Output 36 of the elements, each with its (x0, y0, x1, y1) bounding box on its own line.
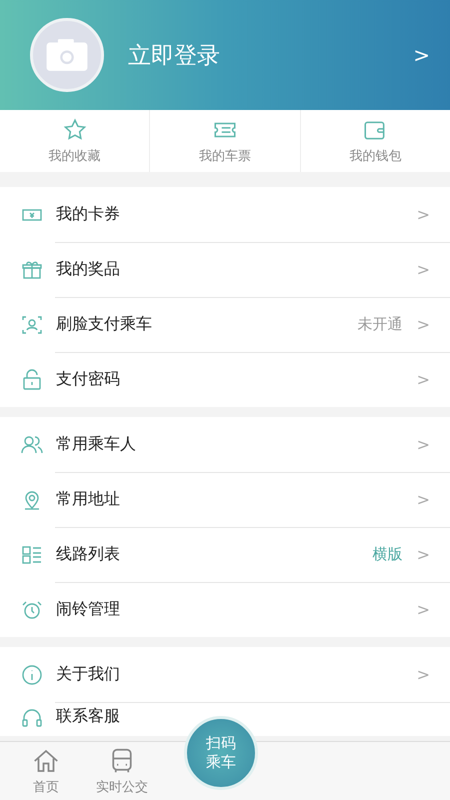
chevron-icon: > (416, 600, 430, 619)
profile-header[interactable]: 立即登录 > (0, 0, 450, 110)
menu-item[interactable]: 闹铃管理 > (0, 582, 450, 637)
chevron-icon: > (416, 665, 430, 684)
chevron-icon: > (413, 43, 430, 67)
menu-label: 常用地址 (56, 489, 121, 510)
chevron-icon: > (416, 490, 430, 509)
chevron-icon: > (416, 435, 430, 454)
menu-item[interactable]: 支付密码 > (0, 352, 450, 407)
menu-item[interactable]: 常用地址 > (0, 472, 450, 527)
menu-value: 横版 (372, 545, 403, 564)
shortcut-button[interactable]: 我的车票 (150, 110, 301, 172)
menu-label: 我的奖品 (56, 259, 121, 280)
chevron-icon: > (416, 315, 430, 334)
menu-value: 未开通 (358, 315, 403, 334)
menu-item[interactable]: 我的卡券 > (0, 187, 450, 242)
menu-label: 线路列表 (56, 544, 121, 565)
menu-item[interactable]: 线路列表 横版 > (0, 527, 450, 582)
shortcut-button[interactable]: 我的钱包 (300, 110, 450, 172)
info-icon (20, 662, 44, 686)
menu-label: 联系客服 (56, 706, 121, 727)
chevron-icon: > (416, 205, 430, 224)
menu-label: 常用乘车人 (56, 434, 137, 455)
menu-item[interactable]: 我的奖品 > (0, 242, 450, 297)
menu-label: 我的卡券 (56, 204, 121, 225)
menu-item[interactable]: 常用乘车人 > (0, 417, 450, 472)
menu-label: 关于我们 (56, 664, 121, 685)
menu-label: 刷脸支付乘车 (56, 314, 153, 335)
menu-label: 闹铃管理 (56, 599, 121, 620)
menu-item[interactable]: 关于我们 > (0, 647, 450, 702)
menu-item[interactable]: 刷脸支付乘车 未开通 > (0, 297, 450, 352)
menu-label: 支付密码 (56, 369, 121, 390)
chevron-icon: > (416, 260, 430, 279)
chevron-icon: > (416, 545, 430, 564)
chevron-icon: > (416, 370, 430, 389)
shortcut-button[interactable]: 我的收藏 (0, 110, 150, 172)
